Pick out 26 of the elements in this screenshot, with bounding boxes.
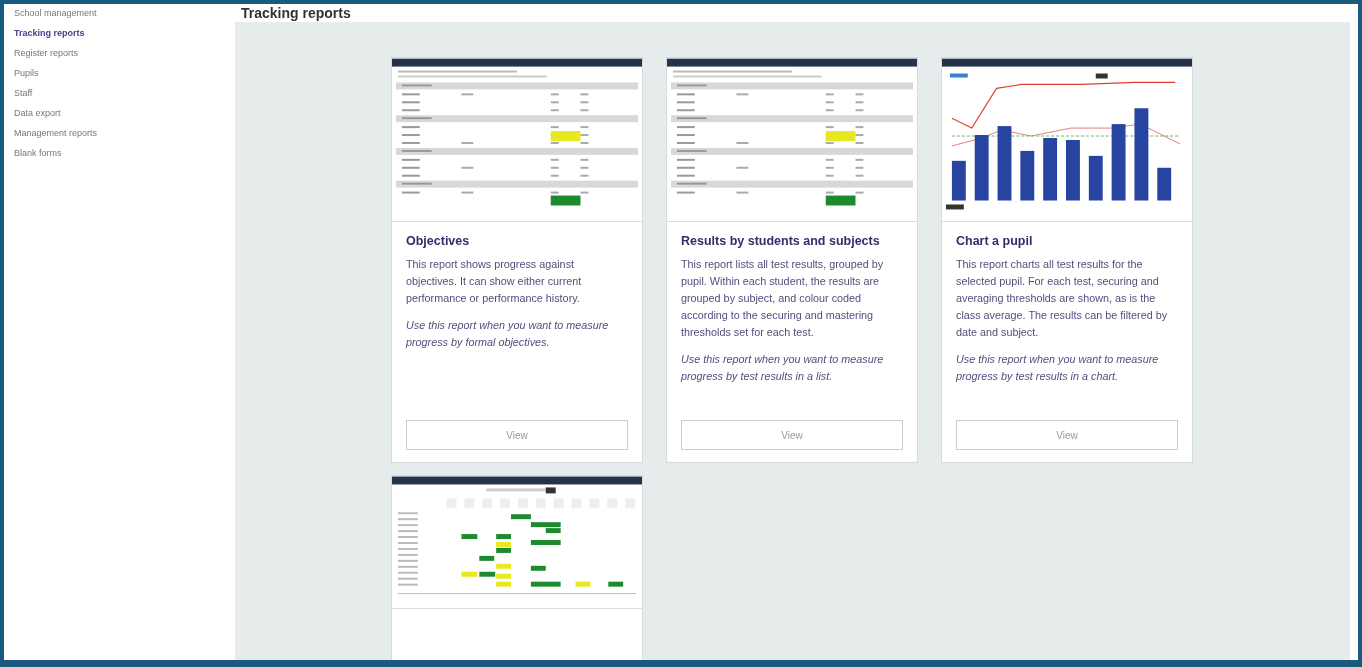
- chart-bar: [1066, 140, 1080, 201]
- page-title: Tracking reports: [240, 4, 352, 22]
- sidebar-item[interactable]: School management: [14, 6, 235, 20]
- sidebar-item[interactable]: Data export: [14, 106, 235, 120]
- card-usage-note: Use this report when you want to measure progress by formal objectives.: [406, 318, 610, 350]
- chart-bar: [1043, 138, 1058, 201]
- chart-bar: [1020, 150, 1035, 201]
- card-description: This report charts all test results for the selected pupil. For each test, securing and averaging thresholds are shown, as is the class average. The results can be filtered by date and subject.: [956, 257, 1169, 340]
- sidebar-item[interactable]: Pupils: [14, 66, 235, 80]
- sidebar-item[interactable]: Register reports: [14, 46, 235, 60]
- card-title: Chart a pupil: [956, 234, 1034, 248]
- view-button[interactable]: View: [406, 420, 628, 450]
- card-description: This report lists all test results, grouped by pupil. Within each student, the results are grouped by subject, and colour coded according to the securing and mastering thresholds set for each test.: [681, 257, 885, 340]
- card-description: This report shows progress against objectives. It can show either current performance or performance history.: [406, 257, 583, 306]
- sidebar-item[interactable]: Tracking reports: [14, 26, 235, 40]
- tab-marker: [949, 73, 968, 78]
- sidebar-item[interactable]: Management reports: [14, 126, 235, 140]
- view-button[interactable]: View: [681, 420, 903, 450]
- card-usage-note: Use this report when you want to measure progress by test results in a chart.: [956, 352, 1160, 384]
- view-button[interactable]: View: [956, 420, 1178, 450]
- card-title: Results by students and subjects: [681, 234, 881, 248]
- card-title: Objectives: [406, 234, 471, 248]
- sidebar-item[interactable]: Staff: [14, 86, 235, 100]
- sidebar-item[interactable]: Blank forms: [14, 146, 235, 160]
- chart-bar: [1157, 167, 1172, 201]
- card-usage-note: Use this report when you want to measure progress by test results in a list.: [681, 352, 885, 384]
